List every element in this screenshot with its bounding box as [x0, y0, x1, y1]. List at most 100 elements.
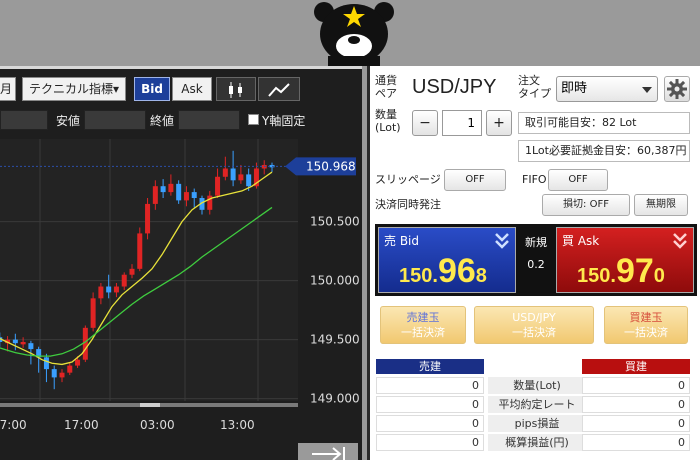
slippage-label: スリッページ [375, 173, 441, 186]
quantity-input[interactable]: 1 [442, 110, 482, 136]
candle-body [43, 357, 49, 370]
chart-scroll-thumb [140, 403, 160, 407]
sell-bulk-line1: 売建玉 [406, 311, 440, 324]
x-tick-label: 17:00 [64, 418, 99, 432]
buy-value-cell: 0 [582, 415, 690, 432]
line-chart-icon [268, 83, 290, 97]
ask-label: 買 Ask [562, 234, 600, 248]
low-value-box [84, 110, 146, 130]
table-row: 0 概算損益(円) 0 [376, 434, 691, 451]
currency-pair-symbol[interactable]: USD/JPY [412, 76, 496, 99]
fifo-label: FIFO [522, 173, 547, 186]
trade-panel: 通貨 ペア USD/JPY 注文 タイプ 即時 数量 (Lot) − 1 + 取… [367, 66, 700, 460]
candle-body [145, 203, 151, 234]
sell-bid-button[interactable]: 売 Bid 150.968 [378, 227, 516, 293]
y-tick-label: 149.500 [310, 333, 360, 347]
candle-body [238, 174, 244, 181]
quantity-decrement-button[interactable]: − [412, 110, 438, 136]
candle-body [152, 186, 158, 204]
bid-price: 150.968 [399, 252, 487, 290]
x-tick-label: 17:00 [0, 418, 27, 432]
buy-bulk-line1: 買建玉 [629, 311, 663, 324]
double-chevron-down-icon [495, 233, 509, 249]
table-row: 0 平均約定レート 0 [376, 396, 691, 413]
chart-panel: 月 テクニカル指標▾ Bid Ask 安値 終値 Y軸固定 150.500 15… [0, 66, 362, 460]
candle-body [67, 365, 73, 373]
candle-body [20, 341, 26, 345]
candle-body [183, 192, 189, 201]
candle-body [51, 369, 57, 378]
current-price-label: 150.968 [306, 159, 356, 173]
expiry-unlimited-button[interactable]: 無期限 [634, 194, 688, 216]
candle-body [191, 192, 197, 199]
pair-label: 通貨 ペア [375, 74, 397, 100]
candle-body [215, 176, 221, 196]
quantity-increment-button[interactable]: + [486, 110, 512, 136]
candlestick-icon [229, 82, 242, 98]
y-axis-fix-label: Y軸固定 [262, 114, 306, 128]
close-value-box [178, 110, 240, 130]
period-button[interactable]: 月 [0, 77, 16, 101]
buy-positions-header: 買建 [582, 359, 690, 374]
line-chart-button[interactable] [258, 77, 300, 101]
slippage-toggle-button[interactable]: OFF [444, 169, 506, 191]
buy-ask-button[interactable]: 買 Ask 150.970 [556, 227, 694, 293]
bid-label: 売 Bid [384, 234, 419, 248]
jump-latest-button [298, 443, 358, 460]
chevron-down-icon: ▾ [112, 82, 120, 96]
pair-bulk-settle-button[interactable]: USD/JPY 一括決済 [474, 306, 594, 344]
y-axis-fix-checkbox[interactable] [248, 114, 259, 125]
y-tick-label: 150.000 [310, 274, 360, 288]
ask-toggle-button[interactable]: Ask [172, 77, 212, 101]
quantity-label: 数量 (Lot) [375, 108, 401, 134]
candle-body [121, 274, 127, 287]
table-row: 0 pips損益 0 [376, 415, 691, 432]
y-tick-label: 150.500 [310, 215, 360, 229]
settings-button[interactable] [664, 76, 690, 102]
order-type-select[interactable]: 即時 [556, 76, 658, 102]
fifo-toggle-button[interactable]: OFF [548, 169, 608, 191]
candle-body [12, 339, 18, 344]
candlestick-chart-button[interactable] [216, 77, 256, 101]
bid-toggle-button[interactable]: Bid [134, 77, 170, 101]
candle-body [246, 174, 252, 187]
x-tick-label: 03:00 [140, 418, 175, 432]
sell-bulk-line2: 一括決済 [401, 326, 445, 339]
candle-body [59, 372, 65, 378]
order-type-label: 注文 タイプ [518, 74, 551, 100]
row-label: 平均約定レート [488, 396, 586, 413]
candle-body [176, 183, 182, 201]
bear-mascot-logo [314, 2, 394, 66]
chevron-down-icon [642, 87, 652, 93]
buy-value-cell: 0 [582, 396, 690, 413]
buy-value-cell: 0 [582, 377, 690, 394]
candle-body [168, 183, 174, 193]
candle-body [129, 268, 135, 275]
candle-body [222, 168, 228, 177]
chart-toolbar: 月 テクニカル指標▾ Bid Ask [0, 77, 362, 103]
close-label: 終値 [150, 114, 175, 128]
order-type-value: 即時 [561, 81, 588, 96]
sell-value-cell: 0 [376, 434, 484, 451]
candlestick-chart[interactable]: 150.500 150.000 149.500 149.000 150.968 17:00… [0, 139, 362, 460]
technical-indicator-button[interactable]: テクニカル指標▾ [22, 77, 126, 101]
candle-body [75, 359, 81, 366]
buy-bulk-line2: 一括決済 [624, 326, 668, 339]
row-label: 数量(Lot) [488, 377, 586, 394]
y-tick-label: 149.000 [310, 392, 360, 406]
stop-loss-toggle-button[interactable]: 損切: OFF [542, 194, 630, 216]
tradable-lot-info: 取引可能目安：82 Lot [518, 112, 690, 134]
buy-position-bulk-settle-button[interactable]: 買建玉 一括決済 [604, 306, 688, 344]
sell-value-cell: 0 [376, 396, 484, 413]
settle-order-label: 決済同時発注 [375, 198, 441, 211]
sell-position-bulk-settle-button[interactable]: 売建玉 一括決済 [380, 306, 466, 344]
table-row: 0 数量(Lot) 0 [376, 377, 691, 394]
sell-value-cell: 0 [376, 415, 484, 432]
pair-bulk-line1: USD/JPY [512, 311, 556, 324]
ask-price: 150.970 [577, 252, 665, 290]
row-label: 概算損益(円) [488, 434, 586, 451]
double-chevron-down-icon [673, 233, 687, 249]
candle-body [28, 343, 34, 350]
candle-body [160, 186, 166, 193]
new-order-label: 新規 [525, 236, 547, 249]
